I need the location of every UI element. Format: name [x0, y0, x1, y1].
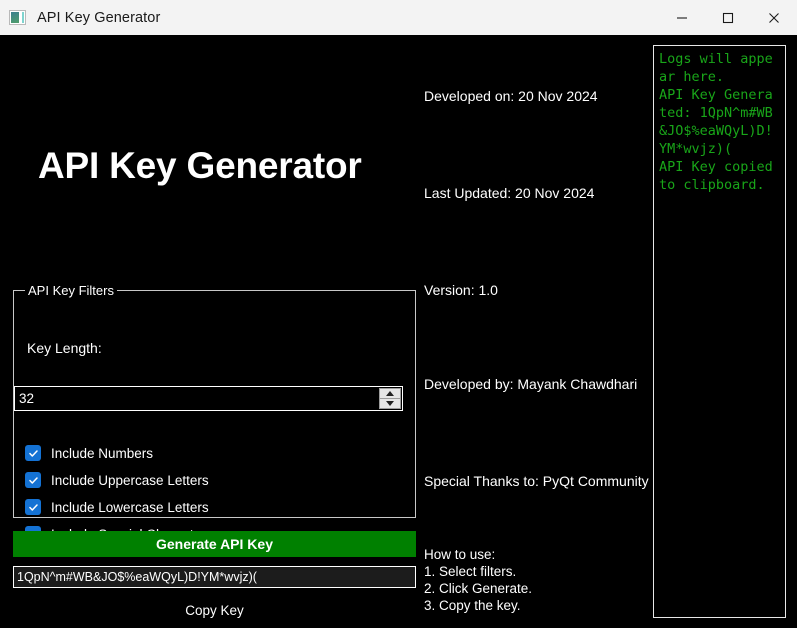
checkbox-label: Include Uppercase Letters: [51, 472, 209, 488]
page-title: API Key Generator: [38, 145, 362, 186]
stepper-down-button[interactable]: [379, 398, 401, 409]
checkmark-icon: [25, 472, 41, 488]
window-titlebar: API Key Generator: [0, 0, 797, 36]
maximize-icon[interactable]: [705, 0, 751, 35]
stepper-buttons: [378, 388, 401, 409]
how-to-use-step-2: 2. Click Generate.: [424, 581, 533, 596]
checkbox-include-lowercase[interactable]: Include Lowercase Letters: [25, 498, 209, 516]
how-to-use-step-3: 3. Copy the key.: [424, 598, 521, 613]
chevron-up-icon: [386, 390, 394, 396]
window-title: API Key Generator: [37, 9, 161, 26]
copy-key-button[interactable]: Copy Key: [13, 598, 416, 622]
stepper-up-button[interactable]: [379, 388, 401, 399]
close-icon[interactable]: [751, 0, 797, 35]
key-length-label: Key Length:: [27, 340, 102, 356]
window-controls: [659, 0, 797, 35]
how-to-use-step-1: 1. Select filters.: [424, 564, 517, 579]
developed-on-text: Developed on: 20 Nov 2024: [424, 88, 598, 104]
how-to-use-block: How to use: 1. Select filters. 2. Click …: [424, 546, 532, 614]
titlebar-left-group: API Key Generator: [0, 0, 659, 35]
how-to-use-heading: How to use:: [424, 547, 496, 562]
checkbox-label: Include Lowercase Letters: [51, 499, 209, 515]
api-key-filters-group: API Key Filters Key Length: Include: [13, 283, 416, 542]
checkbox-include-numbers[interactable]: Include Numbers: [25, 444, 153, 462]
checkmark-icon: [25, 499, 41, 515]
last-updated-text: Last Updated: 20 Nov 2024: [424, 185, 595, 201]
client-area: API Key Generator API Key Filters Key Le…: [0, 35, 797, 628]
logs-text: Logs will appear here. API Key Generated…: [659, 51, 773, 193]
minimize-icon[interactable]: [659, 0, 705, 35]
version-text: Version: 1.0: [424, 282, 498, 298]
key-length-stepper[interactable]: [14, 386, 403, 411]
filters-group-title: API Key Filters: [25, 283, 117, 298]
app-icon: [9, 10, 26, 25]
chevron-down-icon: [386, 400, 394, 406]
checkbox-label: Include Numbers: [51, 445, 154, 461]
generate-api-key-button[interactable]: Generate API Key: [13, 531, 416, 557]
checkbox-include-uppercase[interactable]: Include Uppercase Letters: [25, 471, 209, 489]
key-length-input[interactable]: [15, 387, 378, 410]
logs-panel[interactable]: Logs will appear here. API Key Generated…: [653, 45, 786, 618]
special-thanks-text: Special Thanks to: PyQt Community: [424, 473, 649, 489]
generated-key-input[interactable]: [13, 566, 416, 588]
checkmark-icon: [25, 445, 41, 461]
application-window: API Key Generator API Key Generator API …: [0, 0, 797, 628]
developed-by-text: Developed by: Mayank Chawdhari: [424, 376, 638, 392]
